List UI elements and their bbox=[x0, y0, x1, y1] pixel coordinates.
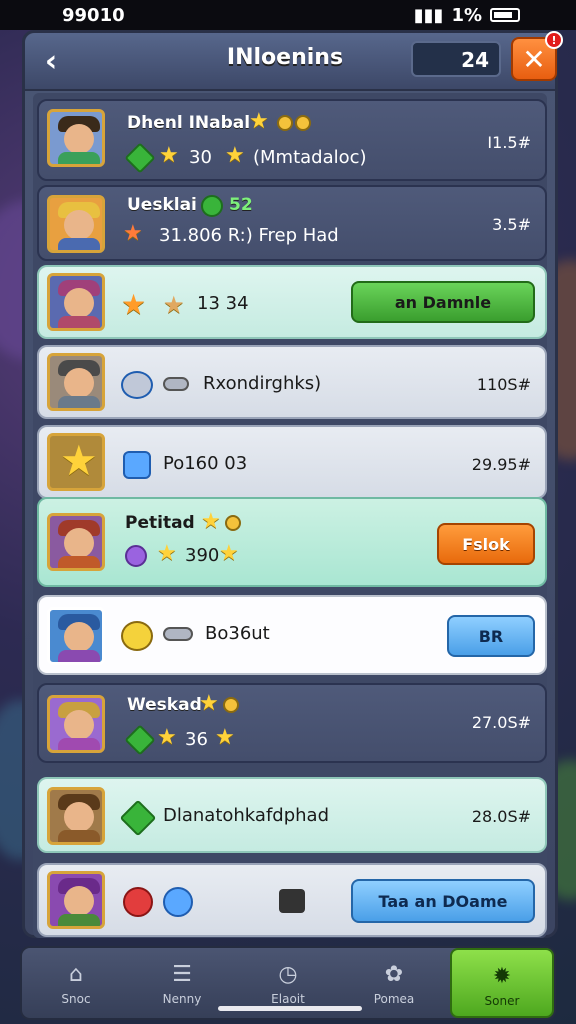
player-status: Dlanatohkafdphad bbox=[163, 805, 329, 826]
avatar bbox=[47, 787, 105, 845]
avatar bbox=[47, 695, 105, 753]
star-icon: ★ bbox=[159, 143, 179, 168]
player-score: Po160 03 bbox=[163, 453, 248, 474]
back-button[interactable]: ‹ bbox=[33, 41, 69, 81]
star-icon: ★ bbox=[163, 291, 185, 319]
menu-icon: ☰ bbox=[172, 961, 192, 987]
coin-icon bbox=[225, 515, 241, 531]
battery-percent: 1% bbox=[451, 4, 482, 26]
action-button[interactable]: Fslok bbox=[437, 523, 535, 565]
status-time: 99010 bbox=[62, 4, 125, 26]
player-value: I1.5# bbox=[487, 133, 531, 152]
coin-icon bbox=[277, 115, 293, 131]
player-status: 31.806 R:) Frep Had bbox=[159, 225, 339, 246]
nav-item-menu[interactable]: ☰ Nenny bbox=[132, 948, 232, 1018]
nav-item-settings[interactable]: ✹ Soner bbox=[450, 948, 554, 1018]
gem-icon bbox=[196, 190, 228, 222]
shield-icon bbox=[123, 451, 151, 479]
list-item[interactable]: Taa an DOame bbox=[37, 863, 547, 937]
list-item[interactable]: Uesklai 52 ★ 31.806 R:) Frep Had 3.5# bbox=[37, 185, 547, 261]
player-value: 110S# bbox=[476, 375, 531, 394]
avatar bbox=[47, 353, 105, 411]
star-icon: ★ bbox=[219, 541, 239, 566]
gem-icon bbox=[124, 142, 156, 174]
list-item[interactable]: Dhenl INabal ★ ★ 30 ★ (Mmtadaloc) I1.5# bbox=[37, 99, 547, 181]
coin-icon bbox=[121, 621, 153, 651]
list-item[interactable]: Dlanatohkafdphad 28.0S# bbox=[37, 777, 547, 853]
avatar bbox=[47, 871, 105, 929]
star-icon: ★ bbox=[157, 541, 177, 566]
avatar bbox=[47, 513, 105, 571]
player-score: 30 bbox=[189, 147, 212, 168]
player-status: Rxondirghks) bbox=[203, 373, 322, 394]
avatar: ★ bbox=[47, 433, 105, 491]
player-status: (Mmtadaloc) bbox=[253, 147, 367, 168]
signal-icon: ▮▮▮ bbox=[413, 4, 444, 26]
avatar bbox=[47, 109, 105, 167]
battery-icon bbox=[490, 8, 520, 22]
coin-icon bbox=[223, 697, 239, 713]
gem-icon bbox=[123, 887, 153, 917]
player-score: 390 bbox=[185, 545, 220, 566]
counter-display: 24 bbox=[411, 41, 501, 77]
close-button[interactable]: ✕ ! bbox=[511, 31, 563, 81]
player-name: Petitad bbox=[125, 513, 195, 533]
star-icon: ★ bbox=[201, 509, 221, 534]
star-icon: ★ bbox=[249, 109, 269, 134]
list-item[interactable]: Rxondirghks) 110S# bbox=[37, 345, 547, 419]
player-value: 28.0S# bbox=[471, 807, 531, 826]
player-name: Weskad bbox=[127, 695, 202, 715]
list-item[interactable]: Bo36ut BR bbox=[37, 595, 547, 675]
gem-icon bbox=[124, 724, 156, 756]
header: ‹ INloenins 24 ✕ ! bbox=[25, 31, 563, 91]
key-icon bbox=[163, 627, 193, 641]
player-value: 27.0S# bbox=[471, 713, 531, 732]
player-score: 36 bbox=[185, 729, 208, 750]
player-level: 52 bbox=[229, 195, 253, 215]
player-value: 3.5# bbox=[492, 215, 531, 234]
chevron-left-icon: ‹ bbox=[44, 43, 58, 79]
close-icon: ✕ bbox=[522, 42, 546, 76]
star-icon: ★ bbox=[123, 221, 143, 246]
home-indicator[interactable] bbox=[218, 1006, 362, 1011]
list-item[interactable]: ★ Po160 03 29.95# bbox=[37, 425, 547, 499]
people-icon: ✿ bbox=[384, 961, 404, 987]
star-icon: ★ bbox=[215, 725, 235, 750]
star-icon: ★ bbox=[157, 725, 177, 750]
main-panel: ‹ INloenins 24 ✕ ! Dhenl INabal ★ ★ 30 ★… bbox=[22, 30, 563, 938]
gem-icon bbox=[125, 545, 147, 567]
avatar bbox=[47, 195, 105, 253]
home-icon: ⌂ bbox=[69, 961, 83, 987]
page-title: INloenins bbox=[226, 45, 344, 70]
clock-icon: ◷ bbox=[278, 961, 298, 987]
coin-icon bbox=[295, 115, 311, 131]
list-item[interactable]: Weskad ★ ★ 36 ★ 27.0S# bbox=[37, 683, 547, 763]
player-list[interactable]: Dhenl INabal ★ ★ 30 ★ (Mmtadaloc) I1.5# … bbox=[33, 93, 547, 938]
star-icon: ★ bbox=[121, 288, 147, 321]
player-status: Bo36ut bbox=[205, 623, 270, 644]
avatar bbox=[47, 273, 105, 331]
star-icon: ★ bbox=[199, 691, 219, 716]
player-value: 29.95# bbox=[471, 455, 531, 474]
search-icon bbox=[163, 887, 193, 917]
avatar bbox=[47, 607, 105, 665]
player-score: 13 34 bbox=[197, 293, 249, 314]
key-icon bbox=[163, 377, 189, 391]
notification-badge: ! bbox=[545, 31, 563, 49]
nav-item-home[interactable]: ⌂ Snoc bbox=[26, 948, 126, 1018]
settings-icon: ✹ bbox=[492, 963, 512, 989]
player-name: Dhenl INabal bbox=[127, 113, 251, 133]
star-icon: ★ bbox=[225, 143, 245, 168]
action-button[interactable]: BR bbox=[447, 615, 535, 657]
player-name: Uesklai bbox=[127, 195, 197, 215]
shield-icon bbox=[121, 371, 153, 399]
action-button[interactable]: Taa an DOame bbox=[351, 879, 535, 923]
camera-icon bbox=[279, 889, 305, 913]
gem-icon bbox=[119, 799, 157, 837]
status-bar: 99010 ▮▮▮ 1% bbox=[0, 0, 576, 30]
action-button[interactable]: an Damnle bbox=[351, 281, 535, 323]
list-item[interactable]: Petitad ★ ★ 390 ★ Fslok bbox=[37, 497, 547, 587]
list-item[interactable]: ★ ★ 13 34 an Damnle bbox=[37, 265, 547, 339]
